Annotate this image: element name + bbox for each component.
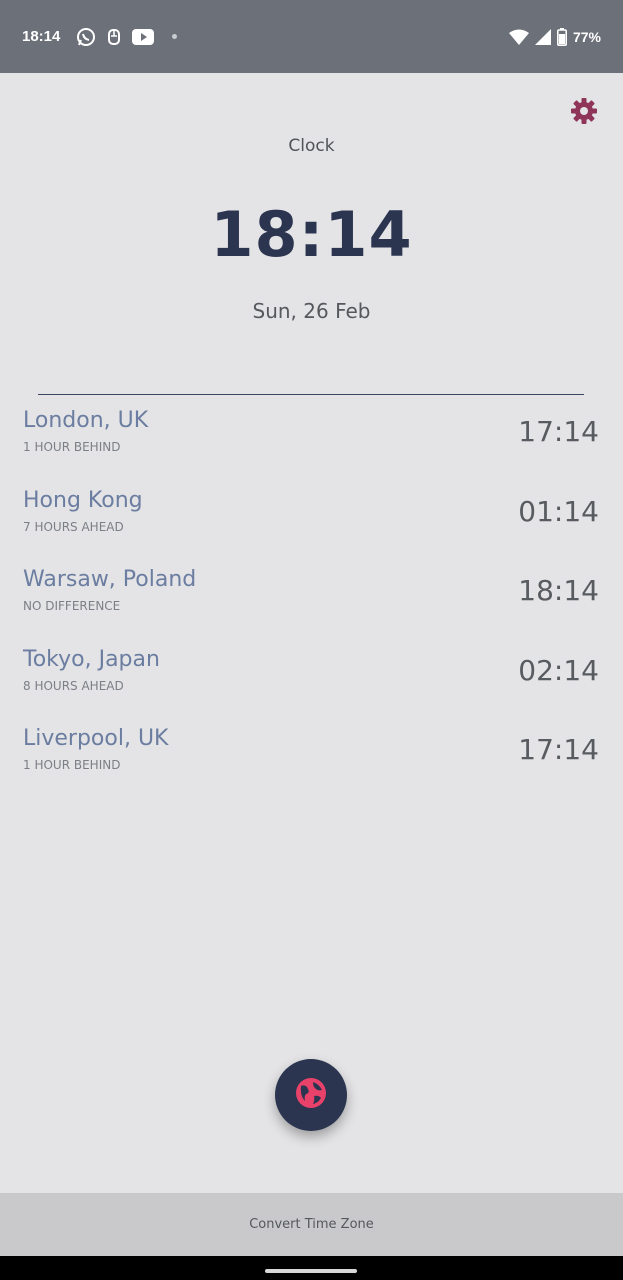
zone-difference: 7 HOURS AHEAD [23,519,124,534]
list-item[interactable]: Hong Kong 7 HOURS AHEAD 01:14 [0,485,623,565]
zone-difference: NO DIFFERENCE [23,599,121,614]
zone-time: 02:14 [518,653,599,687]
list-item[interactable]: London, UK 1 HOUR BEHIND 17:14 [0,405,623,485]
navigation-bar [0,1256,623,1280]
divider [38,394,584,395]
zone-name: Warsaw, Poland [23,567,197,593]
battery-icon [556,27,567,46]
zone-name: Liverpool, UK [23,726,169,752]
current-date: Sun, 26 Feb [252,299,371,323]
wifi-icon [508,29,529,45]
more-dot-icon [172,34,178,39]
whatsapp-icon [76,27,96,47]
zone-name: Tokyo, Japan [23,646,160,672]
list-item[interactable]: Warsaw, Poland NO DIFFERENCE 18:14 [0,564,623,644]
zone-time: 17:14 [518,733,599,767]
status-bar: 18:14 77% [0,0,623,73]
convert-time-zone-button[interactable]: Convert Time Zone [0,1193,623,1256]
zone-difference: 8 HOURS AHEAD [23,678,124,693]
gear-icon [570,97,598,129]
list-item[interactable]: Tokyo, Japan 8 HOURS AHEAD 02:14 [0,644,623,724]
status-left: 18:14 [22,27,178,47]
zone-time: 17:14 [518,415,599,448]
status-time: 18:14 [22,28,61,45]
zone-time: 01:14 [518,494,599,528]
zone-difference: 1 HOUR BEHIND [23,758,121,773]
signal-icon [534,28,551,45]
globe-button[interactable] [275,1059,347,1131]
globe-icon [294,1076,328,1114]
list-item[interactable]: Liverpool, UK 1 HOUR BEHIND 17:14 [0,723,623,803]
home-handle[interactable] [265,1269,357,1273]
notification-icon [106,28,122,46]
settings-button[interactable] [567,96,601,130]
convert-time-zone-label: Convert Time Zone [249,1217,374,1232]
status-right: 77% [508,27,601,46]
zone-name: Hong Kong [23,487,143,513]
current-time: 18:14 [210,198,413,271]
page-title: Clock [288,136,335,156]
time-zone-list: London, UK 1 HOUR BEHIND 17:14 Hong Kong… [0,405,623,803]
youtube-icon [132,28,155,45]
zone-time: 18:14 [518,574,599,608]
zone-name: London, UK [23,408,149,433]
zone-difference: 1 HOUR BEHIND [23,440,121,454]
battery-level: 77% [572,28,601,45]
